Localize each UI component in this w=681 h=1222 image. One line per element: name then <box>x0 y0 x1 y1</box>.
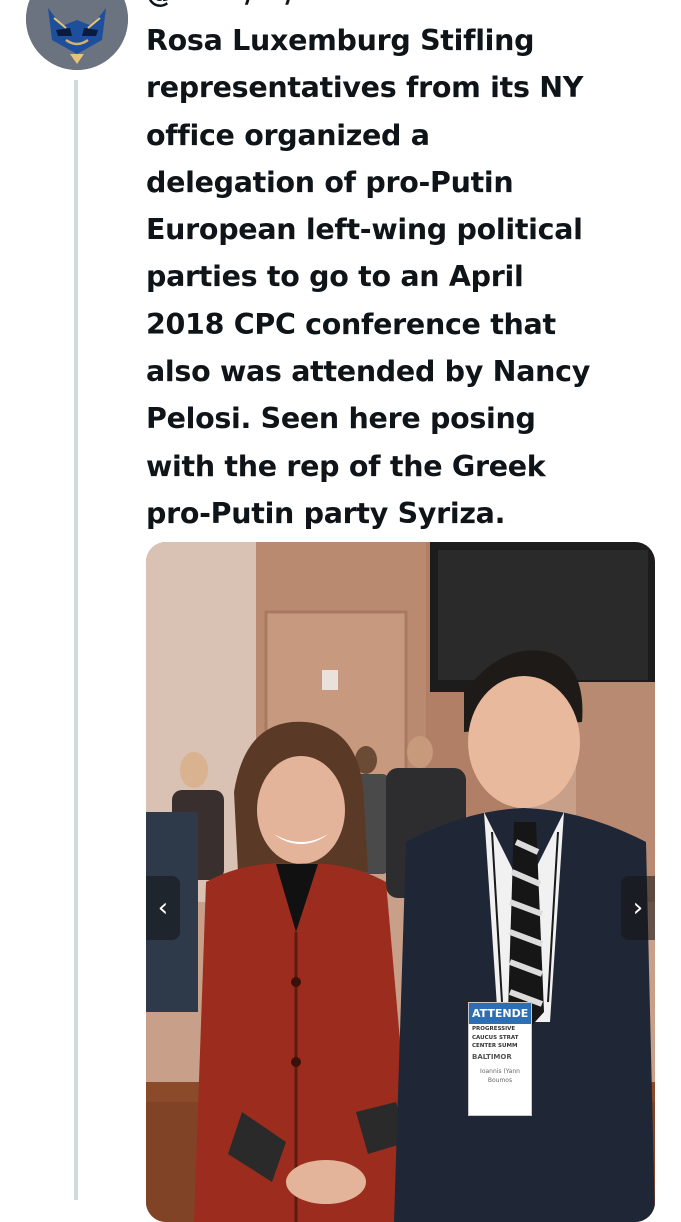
tweet-media-carousel[interactable]: ATTENDE PROGRESSIVE CAUCUS STRAT CENTER … <box>146 542 655 1222</box>
tweet-text-line: parties to go to an April <box>146 260 524 294</box>
tweet-text-line: Pelosi. Seen here posing <box>146 402 536 436</box>
tweet-text: Rosa Luxemburg Stifling representatives … <box>146 17 666 537</box>
badge-line: CENTER SUMM <box>472 1043 518 1049</box>
tweet-text-line: also was attended by Nancy <box>146 355 591 389</box>
badge-line: CAUCUS STRAT <box>472 1034 519 1041</box>
tweet-text-line: delegation of pro-Putin <box>146 165 514 199</box>
chevron-right-icon: › <box>632 893 644 923</box>
tweet-text-line: 2018 CPC conference that <box>146 307 556 341</box>
mask-avatar-icon <box>26 0 128 70</box>
carousel-next-button[interactable]: › <box>621 876 655 940</box>
tweet-text-line: European left-wing political <box>146 213 583 247</box>
tweet-text-line: Rosa Luxemburg Stifling <box>146 24 535 57</box>
badge-name-line: Boumos <box>487 1076 513 1084</box>
author-avatar[interactable] <box>26 0 128 70</box>
badge-header: ATTENDE <box>469 1003 531 1024</box>
carousel-prev-button[interactable]: ‹ <box>146 876 180 940</box>
tweet-photo[interactable] <box>146 542 655 1222</box>
badge-line: PROGRESSIVE <box>472 1026 516 1032</box>
badge-city: BALTIMOR <box>472 1052 512 1061</box>
attendee-badge: ATTENDE PROGRESSIVE CAUCUS STRAT CENTER … <box>468 1002 532 1116</box>
tweet-text-line: with the rep of the Greek <box>146 449 546 483</box>
tweet-text-line: pro-Putin party Syriza. <box>146 496 506 530</box>
badge-name-line: Ioannis (Yann <box>480 1067 520 1075</box>
badge-name: Ioannis (Yann Boumos <box>469 1061 531 1085</box>
author-header: @ · · · / · / · <box>146 0 316 10</box>
tweet-text-line: office organized a <box>146 118 430 152</box>
chevron-left-icon: ‹ <box>157 893 169 923</box>
tweet-text-line: representatives from its NY <box>146 71 584 105</box>
thread-connector-line <box>74 80 78 1200</box>
